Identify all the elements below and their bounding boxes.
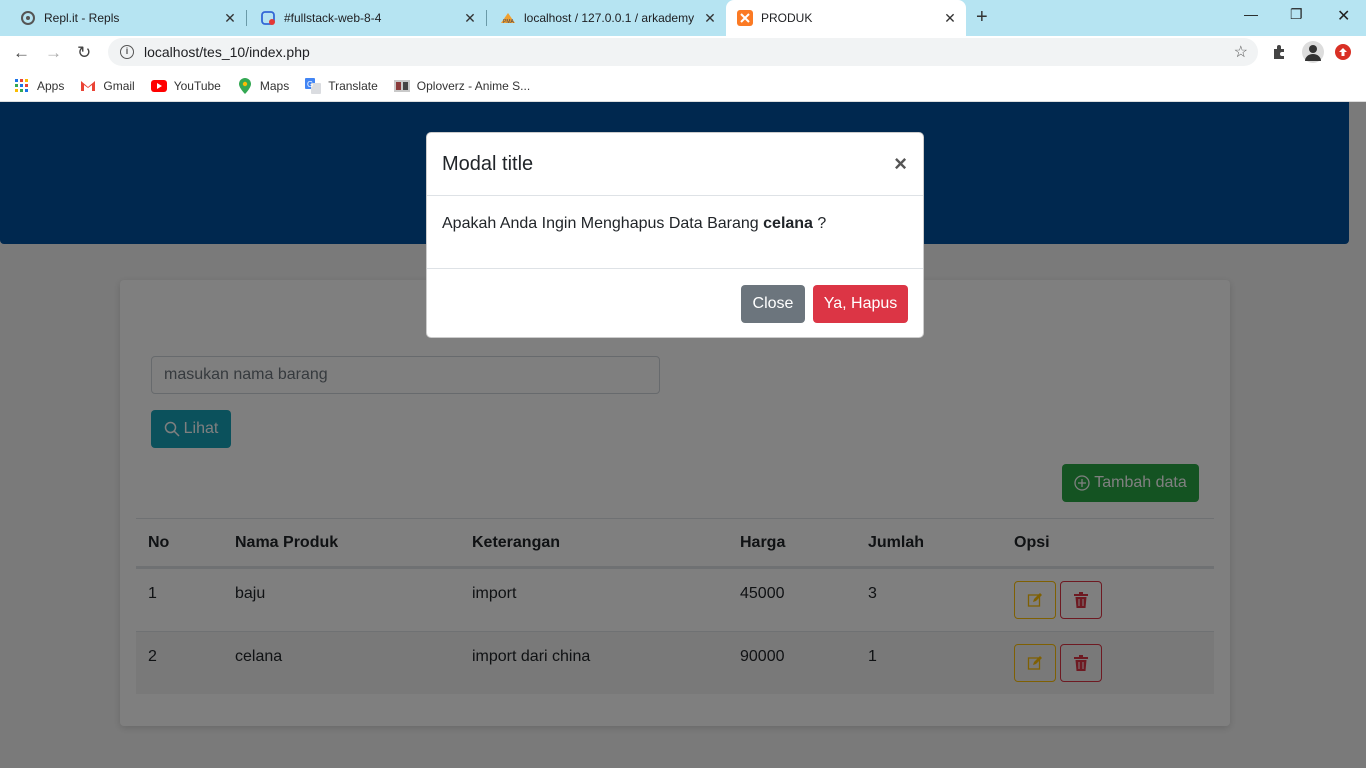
tab-close-icon[interactable]: ✕ (222, 10, 238, 27)
bookmark-gmail[interactable]: Gmail (80, 78, 135, 93)
bookmark-star-icon[interactable]: ☆ (1234, 42, 1248, 62)
delete-confirm-modal: Modal title × Apakah Anda Ingin Menghapu… (426, 132, 924, 338)
url-text[interactable]: localhost/tes_10/index.php (144, 44, 310, 60)
app-favicon-icon (260, 10, 276, 26)
bookmark-apps[interactable]: Apps (14, 78, 65, 93)
confirm-delete-button[interactable]: Ya, Hapus (813, 285, 908, 323)
minimize-icon[interactable]: — (1244, 6, 1258, 22)
new-tab-icon[interactable]: + (976, 6, 988, 29)
tab-title: Repl.it - Repls (44, 11, 120, 25)
tab-title: localhost / 127.0.0.1 / arkademy (524, 11, 695, 25)
forward-icon[interactable]: → (45, 43, 62, 63)
bookmark-youtube[interactable]: YouTube (150, 78, 221, 93)
profile-avatar[interactable] (1302, 41, 1324, 68)
modal-body: Apakah Anda Ingin Menghapus Data Barang … (442, 215, 826, 233)
bookmark-label: Apps (37, 78, 65, 93)
oploverz-icon (393, 79, 410, 93)
tab-phpmyadmin[interactable]: PMA localhost / 127.0.0.1 / arkademy ✕ (480, 0, 726, 36)
modal-footer: Close Ya, Hapus (427, 268, 923, 338)
bookmark-label: YouTube (173, 78, 221, 93)
window-close-icon[interactable]: ✕ (1337, 6, 1350, 26)
bookmark-label: Gmail (103, 78, 135, 93)
translate-icon: G (305, 77, 322, 94)
tab-close-icon[interactable]: ✕ (702, 10, 718, 27)
bookmarks-bar: Apps Gmail YouTube Maps G Translate Oplo… (0, 70, 1366, 102)
bookmark-label: Maps (259, 78, 290, 93)
bookmark-label: Translate (328, 78, 378, 93)
reload-icon[interactable]: ↻ (77, 43, 91, 63)
modal-item-name: celana (763, 215, 813, 232)
svg-text:G: G (307, 80, 313, 89)
back-icon[interactable]: ← (13, 43, 30, 63)
tab-title: PRODUK (761, 11, 813, 25)
tab-slack[interactable]: #fullstack-web-8-4 ✕ (240, 0, 486, 36)
browser-tab-strip: Repl.it - Repls ✕ #fullstack-web-8-4 ✕ P… (0, 0, 1366, 36)
modal-header: Modal title × (427, 133, 923, 196)
phpmyadmin-favicon-icon: PMA (500, 10, 516, 26)
address-toolbar: ← → ↻ i localhost/tes_10/index.php ☆ (0, 36, 1366, 70)
modal-title: Modal title (442, 153, 534, 175)
modal-message: Apakah Anda Ingin Menghapus Data Barang (442, 215, 759, 232)
tab-replit[interactable]: Repl.it - Repls ✕ (0, 0, 246, 36)
restore-icon[interactable]: ❐ (1290, 6, 1303, 23)
close-button[interactable]: Close (741, 285, 805, 323)
replit-favicon-icon (20, 10, 36, 26)
omnibox[interactable]: i localhost/tes_10/index.php ☆ (108, 38, 1258, 66)
youtube-icon (150, 79, 167, 93)
tab-produk[interactable]: PRODUK ✕ (726, 0, 966, 36)
close-icon[interactable]: × (894, 151, 907, 177)
bookmark-oploverz[interactable]: Oploverz - Anime S... (393, 78, 531, 93)
tab-close-icon[interactable]: ✕ (942, 10, 958, 27)
bookmark-label: Oploverz - Anime S... (416, 78, 531, 93)
gmail-icon (80, 79, 96, 93)
tab-title: #fullstack-web-8-4 (284, 11, 382, 25)
apps-grid-icon (14, 78, 30, 93)
site-info-icon[interactable]: i (120, 45, 134, 59)
extensions-icon[interactable] (1271, 44, 1287, 65)
modal-message-suffix: ? (817, 215, 827, 232)
tab-close-icon[interactable]: ✕ (462, 10, 478, 27)
xampp-favicon-icon (737, 10, 753, 26)
maps-pin-icon (237, 77, 253, 94)
bookmark-maps[interactable]: Maps (237, 77, 290, 94)
svg-text:PMA: PMA (503, 19, 515, 24)
bookmark-translate[interactable]: G Translate (305, 77, 378, 94)
update-icon[interactable] (1335, 44, 1351, 65)
